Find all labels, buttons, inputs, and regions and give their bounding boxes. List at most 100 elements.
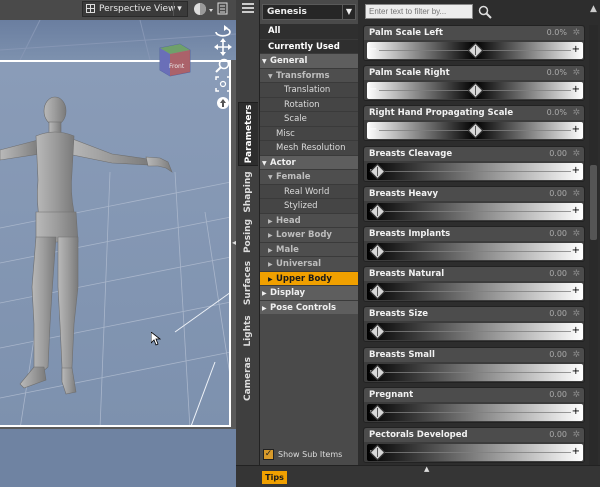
tips-button[interactable]: Tips — [262, 471, 287, 484]
gear-icon[interactable]: ✲ — [572, 389, 580, 401]
parameter-slider[interactable]: −+ — [367, 162, 583, 180]
parameter-value[interactable]: 0.00 — [549, 148, 567, 160]
reset-view-icon[interactable] — [217, 97, 229, 109]
zoom-icon[interactable] — [215, 58, 230, 73]
parameter-slider[interactable]: −+ — [367, 444, 583, 461]
slider-knob[interactable] — [467, 42, 484, 59]
increment-icon[interactable]: + — [572, 44, 580, 56]
parameter-value[interactable]: 0.0% — [547, 107, 567, 119]
pan-icon[interactable] — [214, 38, 232, 56]
tree-item-misc[interactable]: Misc — [260, 125, 358, 140]
increment-icon[interactable]: + — [572, 245, 580, 257]
parameter-value[interactable]: 0.00 — [549, 349, 567, 361]
increment-icon[interactable]: + — [572, 366, 580, 378]
tab-surfaces[interactable]: Surfaces — [238, 258, 258, 308]
tab-cameras[interactable]: Cameras — [238, 356, 258, 402]
gear-icon[interactable]: ✲ — [572, 148, 580, 160]
view-select[interactable]: Perspective View ▾ — [82, 1, 188, 17]
tree-item-rotation[interactable]: Rotation — [260, 96, 358, 111]
tab-lights[interactable]: Lights — [238, 312, 258, 350]
parameter-header: Pregnant 0.00 ✲ — [364, 387, 584, 402]
filter-input[interactable] — [365, 4, 473, 19]
show-sub-items-checkbox[interactable]: ✓ Show Sub Items — [263, 449, 363, 461]
viewport[interactable]: Perspective View ▾ Front ◀ — [0, 0, 236, 487]
increment-icon[interactable]: + — [572, 285, 580, 297]
gear-icon[interactable]: ✲ — [572, 308, 580, 320]
orbit-icon[interactable] — [215, 25, 231, 37]
parameter-value[interactable]: 0.00 — [549, 228, 567, 240]
tree-item-mesh-resolution[interactable]: Mesh Resolution — [260, 140, 358, 155]
gear-icon[interactable]: ✲ — [572, 188, 580, 200]
pane-menu-icon[interactable] — [242, 3, 254, 13]
increment-icon[interactable]: + — [572, 84, 580, 96]
tree-item-upper-body[interactable]: ▶ Upper Body — [260, 270, 358, 285]
gear-icon[interactable]: ✲ — [572, 268, 580, 280]
tab-shaping[interactable]: Shaping — [238, 170, 258, 214]
increment-icon[interactable]: + — [572, 205, 580, 217]
slider-knob[interactable] — [467, 82, 484, 99]
parameter-slider[interactable]: −+ — [367, 42, 583, 59]
tree-item-all[interactable]: All — [260, 24, 358, 39]
tree-item-transforms[interactable]: ▼ Transforms — [260, 67, 358, 82]
parameter-slider[interactable]: −+ — [367, 82, 583, 100]
parameter-value[interactable]: 0.0% — [547, 27, 567, 39]
tree-item-lower-body[interactable]: ▶ Lower Body — [260, 227, 358, 242]
gear-icon[interactable]: ✲ — [572, 107, 580, 119]
scroll-up-arrow-icon[interactable]: ▲ — [589, 4, 598, 20]
parameter-name: Breasts Implants — [369, 229, 451, 239]
frame-icon[interactable] — [215, 76, 231, 92]
decrement-icon[interactable]: − — [369, 124, 377, 136]
viewport-scene[interactable] — [0, 60, 231, 427]
tree-item-male[interactable]: ▶ Male — [260, 241, 358, 256]
navigation-cube[interactable]: Front — [152, 38, 196, 80]
decrement-icon[interactable]: − — [369, 44, 377, 56]
parameter-value[interactable]: 0.00 — [549, 389, 567, 401]
parameter-value[interactable]: 0.0% — [547, 67, 567, 79]
parameter-slider[interactable]: −+ — [367, 323, 583, 341]
parameter-scrollbar[interactable] — [589, 25, 598, 465]
tab-posing[interactable]: Posing — [238, 216, 258, 256]
figure-model[interactable] — [0, 62, 231, 427]
scrollbar-thumb[interactable] — [590, 165, 597, 240]
tree-item-real-world[interactable]: Real World — [260, 183, 358, 198]
parameter-value[interactable]: 0.00 — [549, 429, 567, 441]
parameter-slider[interactable]: −+ — [367, 122, 583, 140]
figure-select[interactable]: Genesis ▼ — [262, 4, 356, 20]
tab-parameters[interactable]: Parameters — [238, 102, 258, 166]
increment-icon[interactable]: + — [572, 446, 580, 458]
tree-item-actor[interactable]: ▼ Actor — [260, 154, 358, 169]
expand-arrow-icon[interactable]: ▲ — [424, 465, 429, 473]
parameter-slider[interactable]: −+ — [367, 363, 583, 381]
parameter-slider[interactable]: −+ — [367, 283, 583, 301]
tree-item-stylized[interactable]: Stylized — [260, 198, 358, 213]
parameter-value[interactable]: 0.00 — [549, 268, 567, 280]
tree-item-head[interactable]: ▶ Head — [260, 212, 358, 227]
decrement-icon[interactable]: − — [369, 84, 377, 96]
slider-knob[interactable] — [467, 123, 484, 139]
parameter-slider[interactable]: −+ — [367, 202, 583, 220]
view-select-label: Perspective View — [99, 4, 176, 14]
gear-icon[interactable]: ✲ — [572, 67, 580, 79]
increment-icon[interactable]: + — [572, 325, 580, 337]
tree-item-currently-used[interactable]: Currently Used — [260, 38, 358, 53]
tree-item-female[interactable]: ▼ Female — [260, 169, 358, 184]
parameter-slider[interactable]: −+ — [367, 243, 583, 260]
tree-item-pose-controls[interactable]: ▶ Pose Controls — [260, 299, 358, 314]
parameter-value[interactable]: 0.00 — [549, 188, 567, 200]
tree-item-translation[interactable]: Translation — [260, 82, 358, 97]
parameter-value[interactable]: 0.00 — [549, 308, 567, 320]
cube-face-label: Front — [169, 63, 185, 70]
increment-icon[interactable]: + — [572, 406, 580, 418]
parameter-slider[interactable]: −+ — [367, 403, 583, 421]
increment-icon[interactable]: + — [572, 124, 580, 136]
tree-item-universal[interactable]: ▶ Universal — [260, 256, 358, 271]
increment-icon[interactable]: + — [572, 165, 580, 177]
gear-icon[interactable]: ✲ — [572, 27, 580, 39]
tree-item-general[interactable]: ▼ General — [260, 53, 358, 68]
search-icon[interactable] — [478, 5, 492, 19]
tree-item-scale[interactable]: Scale — [260, 111, 358, 126]
gear-icon[interactable]: ✲ — [572, 349, 580, 361]
tree-item-display[interactable]: ▶ Display — [260, 285, 358, 300]
gear-icon[interactable]: ✲ — [572, 228, 580, 240]
gear-icon[interactable]: ✲ — [572, 429, 580, 441]
